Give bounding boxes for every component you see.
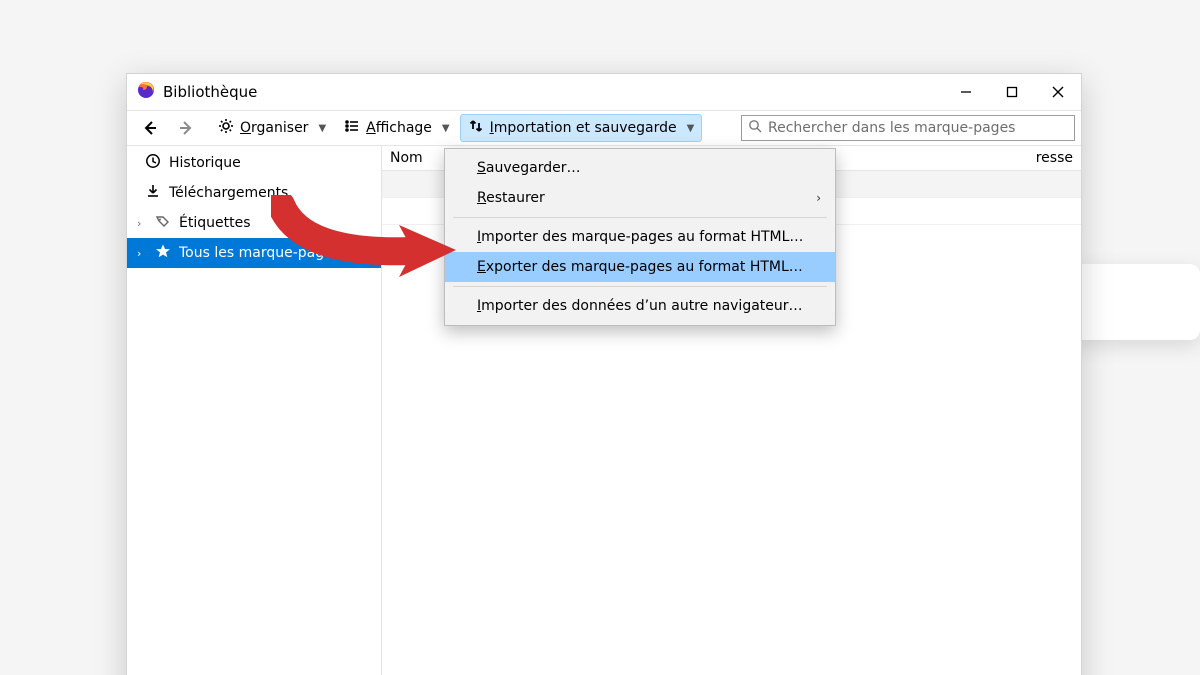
window-controls	[943, 74, 1081, 110]
gear-icon	[218, 118, 234, 138]
import-backup-menu-button[interactable]: Importation et sauvegarde ▼	[460, 114, 703, 142]
tag-icon	[155, 213, 171, 233]
window-title: Bibliothèque	[163, 83, 257, 101]
toolbar: Organiser ▼ Affichage ▼ Importation et s…	[127, 110, 1081, 146]
menu-item-import-browser[interactable]: Importer des données d’un autre navigate…	[445, 291, 835, 321]
menu-item-label: Exporter des marque-pages au format HTML…	[477, 259, 803, 275]
search-icon	[748, 119, 762, 137]
history-icon	[145, 153, 161, 173]
menu-separator	[453, 217, 827, 218]
menu-item-export-html[interactable]: Exporter des marque-pages au format HTML…	[445, 252, 835, 282]
forward-button[interactable]	[169, 115, 203, 141]
view-label: Affichage	[366, 120, 432, 136]
import-backup-menu: Sauvegarder… Restaurer › Importer des ma…	[444, 148, 836, 326]
titlebar: Bibliothèque	[127, 74, 1081, 110]
import-backup-label: Importation et sauvegarde	[490, 120, 677, 136]
menu-item-label: Importer des données d’un autre navigate…	[477, 298, 803, 314]
back-button[interactable]	[133, 115, 167, 141]
firefox-icon	[137, 81, 155, 103]
view-menu-button[interactable]: Affichage ▼	[336, 114, 457, 142]
caret-down-icon: ▼	[687, 123, 695, 134]
menu-separator	[453, 286, 827, 287]
import-export-icon	[468, 118, 484, 138]
chevron-right-icon: ›	[816, 191, 821, 205]
sidebar-item-label: Étiquettes	[179, 215, 250, 231]
minimize-button[interactable]	[943, 74, 989, 110]
sidebar: Historique Téléchargements › Étiquettes …	[127, 146, 382, 675]
download-icon	[145, 183, 161, 203]
caret-down-icon: ▼	[442, 123, 450, 134]
sidebar-item-label: Tous les marque-pages	[179, 245, 340, 261]
chevron-right-icon: ›	[137, 247, 147, 260]
column-address-fragment: resse	[1036, 150, 1073, 166]
sidebar-item-all-bookmarks[interactable]: › Tous les marque-pages	[127, 238, 381, 268]
background-card	[1070, 264, 1200, 340]
search-input[interactable]: Rechercher dans les marque-pages	[741, 115, 1075, 141]
sidebar-item-history[interactable]: Historique	[127, 148, 381, 178]
sidebar-item-tags[interactable]: › Étiquettes	[127, 208, 381, 238]
sidebar-item-label: Historique	[169, 155, 241, 171]
maximize-button[interactable]	[989, 74, 1035, 110]
menu-item-label: Restaurer	[477, 190, 545, 206]
menu-item-restore[interactable]: Restaurer ›	[445, 183, 835, 213]
chevron-right-icon: ›	[137, 217, 147, 230]
organize-menu-button[interactable]: Organiser ▼	[210, 114, 334, 142]
search-placeholder: Rechercher dans les marque-pages	[768, 120, 1015, 136]
sidebar-item-downloads[interactable]: Téléchargements	[127, 178, 381, 208]
menu-item-label: Importer des marque-pages au format HTML…	[477, 229, 803, 245]
sidebar-item-label: Téléchargements	[169, 185, 288, 201]
organize-label: Organiser	[240, 120, 308, 136]
close-button[interactable]	[1035, 74, 1081, 110]
menu-item-import-html[interactable]: Importer des marque-pages au format HTML…	[445, 222, 835, 252]
menu-item-save[interactable]: Sauvegarder…	[445, 153, 835, 183]
list-icon	[344, 118, 360, 138]
menu-item-label: Sauvegarder…	[477, 160, 580, 176]
star-icon	[155, 243, 171, 263]
caret-down-icon: ▼	[318, 123, 326, 134]
